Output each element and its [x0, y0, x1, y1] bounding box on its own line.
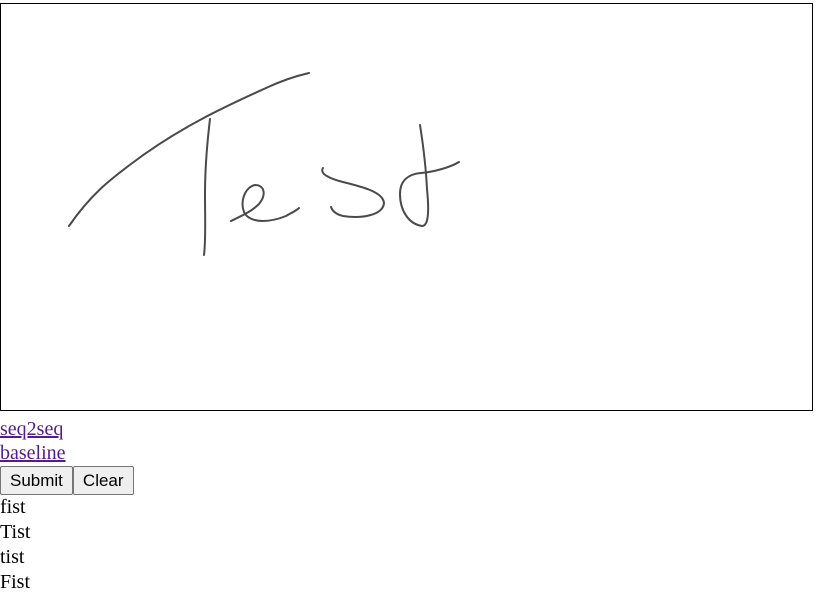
handwriting-strokes: [68, 72, 460, 256]
stroke-t2-stem: [399, 124, 460, 227]
seq2seq-link[interactable]: seq2seq: [0, 418, 63, 440]
clear-button[interactable]: Clear: [72, 465, 134, 495]
result-item: Tist: [0, 521, 31, 543]
result-item: fist: [0, 496, 26, 518]
stroke-t-stem: [203, 118, 211, 256]
content-area: seq2seq baseline Submit Clear fist Tist …: [0, 417, 817, 595]
result-item: Fist: [0, 571, 31, 593]
stroke-e: [230, 184, 300, 222]
link-row-seq2seq: seq2seq: [0, 417, 817, 441]
stroke-s: [321, 167, 385, 218]
baseline-link[interactable]: baseline: [0, 442, 66, 464]
stroke-t-crossbar: [68, 72, 310, 227]
button-row: Submit Clear: [0, 465, 817, 495]
drawing-canvas[interactable]: [0, 3, 813, 411]
link-row-baseline: baseline: [0, 441, 817, 465]
result-item: tist: [0, 546, 25, 568]
submit-button[interactable]: Submit: [0, 465, 73, 495]
